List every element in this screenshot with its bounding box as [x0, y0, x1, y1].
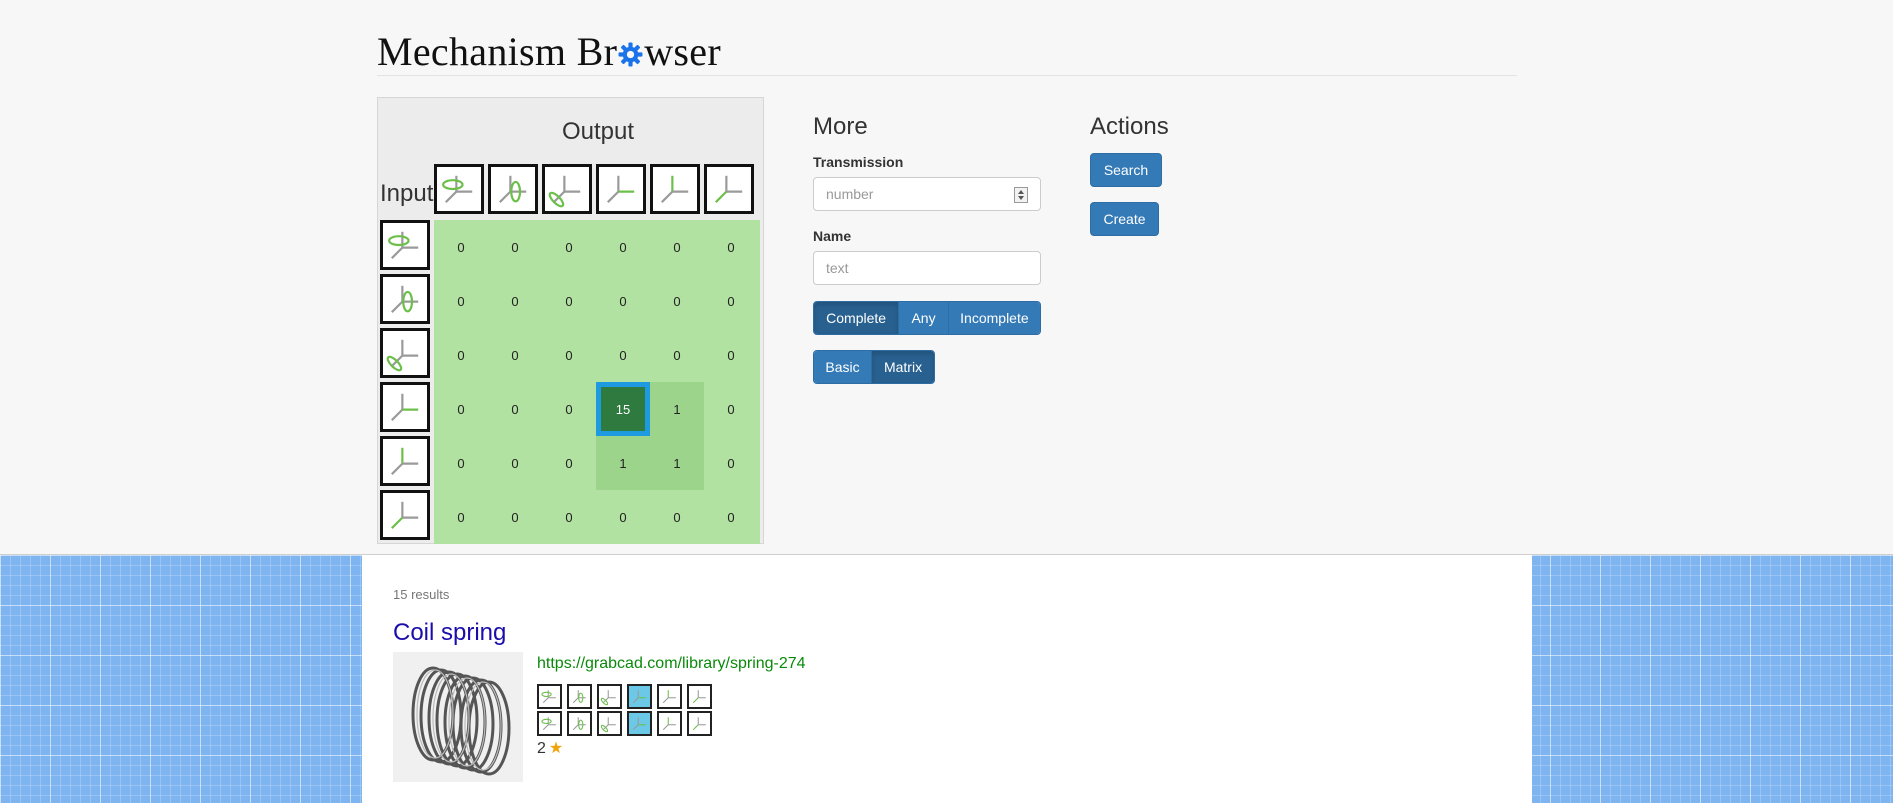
actions-heading: Actions [1090, 113, 1169, 140]
rotate-z-mini-icon [597, 711, 622, 736]
results-count: 15 results [393, 587, 450, 602]
result-url-link[interactable]: https://grabcad.com/library/spring-274 [537, 655, 806, 673]
rotate-y-output-icon[interactable] [488, 164, 538, 214]
view-toggle: Basic Matrix [813, 350, 935, 384]
rotate-y-mini-icon [567, 711, 592, 736]
more-section: More Transmission number Name text Compl… [813, 113, 1043, 384]
name-input[interactable]: text [813, 251, 1041, 285]
translate-z-output-icon[interactable] [704, 164, 754, 214]
matrix-cell[interactable]: 1 [650, 382, 704, 436]
translate-z-input-icon[interactable] [380, 490, 430, 540]
translate-x-mini-icon [627, 684, 652, 709]
rotate-x-input-icon[interactable] [380, 220, 430, 270]
page-title: Mechanism Br wser [377, 28, 721, 75]
name-label: Name [813, 228, 852, 244]
matrix-cell[interactable]: 0 [650, 220, 704, 274]
matrix-cell[interactable]: 0 [596, 490, 650, 544]
star-icon: ★ [548, 740, 564, 757]
result-title-link[interactable]: Coil spring [393, 619, 506, 647]
number-spinner-icon[interactable] [1014, 187, 1028, 203]
translate-z-mini-icon [687, 684, 712, 709]
matrix-cell[interactable]: 0 [704, 220, 758, 274]
rotate-z-mini-icon [597, 684, 622, 709]
matrix-cell[interactable]: 0 [542, 436, 596, 490]
translate-y-input-icon[interactable] [380, 436, 430, 486]
more-heading: More [813, 113, 868, 140]
actions-section: Actions Search Create [1090, 113, 1290, 236]
matrix-cell[interactable]: 0 [596, 274, 650, 328]
matrix-cell[interactable]: 0 [650, 274, 704, 328]
matrix-cell[interactable]: 0 [704, 328, 758, 382]
transmission-placeholder: number [826, 186, 874, 202]
matrix-button[interactable]: Matrix [872, 351, 934, 383]
rotate-x-mini-icon [537, 684, 562, 709]
any-button[interactable]: Any [899, 302, 949, 334]
title-text-end: wser [644, 29, 721, 74]
coil-spring-thumbnail[interactable] [393, 652, 523, 782]
matrix-cell[interactable]: 0 [542, 328, 596, 382]
completeness-toggle: Complete Any Incomplete [813, 301, 1041, 335]
rotate-x-output-icon[interactable] [434, 164, 484, 214]
matrix-cell[interactable]: 0 [542, 220, 596, 274]
create-button[interactable]: Create [1090, 202, 1159, 236]
translate-y-output-icon[interactable] [650, 164, 700, 214]
matrix-cell[interactable]: 0 [488, 220, 542, 274]
translate-x-mini-icon [627, 711, 652, 736]
transmission-input[interactable]: number [813, 177, 1041, 211]
matrix-cell[interactable]: 0 [704, 274, 758, 328]
transmission-label: Transmission [813, 154, 904, 170]
matrix-cell[interactable]: 0 [704, 490, 758, 544]
matrix-cell[interactable]: 0 [704, 436, 758, 490]
matrix-cell[interactable]: 0 [704, 382, 758, 436]
translate-x-input-icon[interactable] [380, 382, 430, 432]
matrix-cell[interactable]: 0 [650, 328, 704, 382]
results-panel: 15 results Coil spring https://grabcad.c… [362, 555, 1532, 803]
matrix-cell[interactable]: 0 [434, 220, 488, 274]
complete-button[interactable]: Complete [814, 302, 900, 334]
matrix-cell[interactable]: 0 [488, 382, 542, 436]
matrix-cell[interactable]: 0 [488, 436, 542, 490]
matrix-cell[interactable]: 0 [434, 328, 488, 382]
matrix-cell[interactable]: 0 [542, 382, 596, 436]
output-label: Output [561, 118, 635, 145]
result-input-axes [537, 684, 712, 709]
gear-icon [618, 30, 643, 67]
result-output-axes [537, 711, 712, 736]
matrix-cell[interactable]: 1 [650, 436, 704, 490]
rotate-z-input-icon[interactable] [380, 328, 430, 378]
matrix-cell[interactable]: 0 [434, 490, 488, 544]
matrix-cell[interactable]: 0 [542, 274, 596, 328]
matrix-cell[interactable]: 0 [488, 274, 542, 328]
rotate-y-input-icon[interactable] [380, 274, 430, 324]
rating-value: 2 [537, 740, 546, 757]
input-label: Input [380, 180, 434, 207]
matrix-cell[interactable]: 0 [434, 436, 488, 490]
matrix-cell[interactable]: 0 [488, 490, 542, 544]
matrix-cell[interactable]: 15 [596, 382, 650, 436]
title-text-start: Mechanism Br [377, 29, 618, 74]
incomplete-button[interactable]: Incomplete [948, 302, 1040, 334]
result-rating: 2 ★ [537, 738, 563, 758]
translate-x-output-icon[interactable] [596, 164, 646, 214]
matrix-cell[interactable]: 0 [650, 490, 704, 544]
mechanism-matrix: Output Input 0 0 0 0 0 0 0 0 0 0 0 0 0 0 0 0 0 0 0 0 0 15 1 0 0 0… [377, 97, 764, 544]
name-placeholder: text [826, 260, 849, 276]
search-button[interactable]: Search [1090, 153, 1162, 187]
rotate-y-mini-icon [567, 684, 592, 709]
matrix-cell[interactable]: 1 [596, 436, 650, 490]
title-divider [377, 75, 1517, 76]
translate-y-mini-icon [657, 684, 682, 709]
matrix-cell[interactable]: 0 [434, 382, 488, 436]
matrix-cell[interactable]: 0 [434, 274, 488, 328]
matrix-cell[interactable]: 0 [542, 490, 596, 544]
rotate-z-output-icon[interactable] [542, 164, 592, 214]
translate-z-mini-icon [687, 711, 712, 736]
matrix-cell[interactable]: 0 [488, 328, 542, 382]
basic-button[interactable]: Basic [814, 351, 873, 383]
matrix-cell[interactable]: 0 [596, 220, 650, 274]
translate-y-mini-icon [657, 711, 682, 736]
rotate-x-mini-icon [537, 711, 562, 736]
matrix-cell[interactable]: 0 [596, 328, 650, 382]
